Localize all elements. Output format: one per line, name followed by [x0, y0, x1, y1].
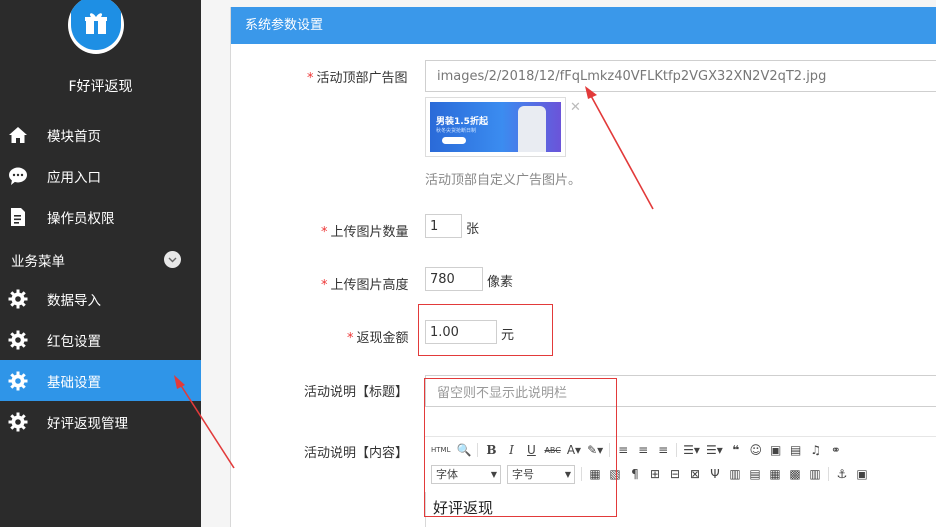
- annotation-arrows: [174, 86, 654, 469]
